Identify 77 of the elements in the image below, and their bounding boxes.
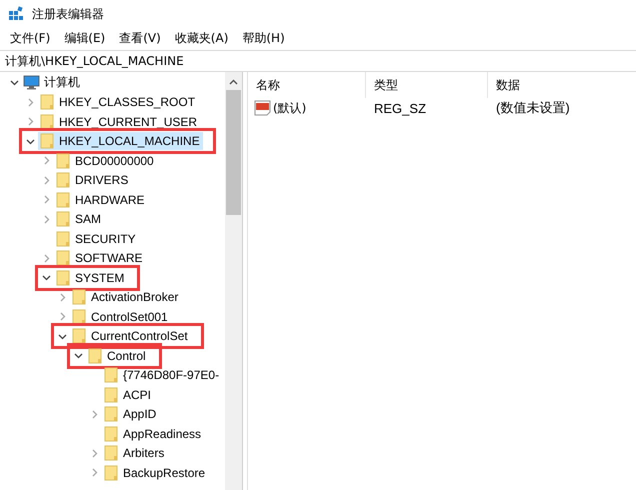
tree-item[interactable]: ControlSet001 bbox=[70, 308, 171, 326]
chevron-right-icon[interactable] bbox=[58, 292, 66, 302]
folder-icon bbox=[39, 133, 55, 150]
tree-item[interactable]: HKEY_CURRENT_USER bbox=[38, 112, 200, 131]
folder-icon bbox=[39, 114, 55, 130]
menu-item[interactable]: 编辑(E) bbox=[57, 30, 112, 46]
string-value-icon bbox=[254, 100, 271, 116]
tree-item[interactable]: BackupRestore bbox=[102, 464, 208, 482]
tree-item[interactable]: ActivationBroker bbox=[70, 288, 182, 306]
tree-item[interactable]: ACPI bbox=[102, 386, 154, 404]
value-name: (默认) bbox=[273, 100, 306, 116]
menu-item[interactable]: 收藏夹(A) bbox=[168, 30, 236, 46]
tree-item[interactable]: Control bbox=[86, 346, 149, 365]
computer-icon bbox=[23, 75, 40, 90]
scroll-up-icon[interactable] bbox=[229, 79, 238, 85]
folder-icon bbox=[103, 406, 119, 422]
chevron-right-icon[interactable] bbox=[42, 195, 50, 204]
chevron-right-icon[interactable] bbox=[26, 98, 34, 107]
folder-icon bbox=[103, 367, 119, 384]
tree-item[interactable]: SYSTEM bbox=[54, 268, 128, 287]
chevron-right-icon[interactable] bbox=[90, 448, 98, 458]
chevron-right-icon[interactable] bbox=[26, 117, 34, 126]
column-header[interactable]: 类型 bbox=[366, 72, 488, 98]
folder-icon bbox=[55, 172, 71, 188]
folder-icon bbox=[71, 289, 87, 306]
tree-item[interactable]: DRIVERS bbox=[54, 171, 132, 190]
window-title: 注册表编辑器 bbox=[32, 6, 104, 22]
folder-icon bbox=[55, 230, 71, 247]
chevron-right-icon[interactable] bbox=[90, 468, 98, 478]
folder-icon bbox=[55, 250, 71, 266]
chevron-down-icon[interactable] bbox=[58, 332, 66, 341]
chevron-down-icon[interactable] bbox=[74, 351, 82, 360]
tree-item[interactable]: Arbiters bbox=[102, 444, 168, 462]
tree-item[interactable]: 计算机 bbox=[22, 73, 83, 92]
menu-item[interactable]: 查看(V) bbox=[112, 30, 168, 46]
folder-icon bbox=[39, 94, 55, 110]
menu-item[interactable]: 文件(F) bbox=[3, 30, 58, 46]
value-data: (数值未设置) bbox=[495, 99, 571, 117]
tree-item[interactable]: SAM bbox=[54, 210, 104, 228]
address-field[interactable]: 计算机\HKEY_LOCAL_MACHINE bbox=[0, 50, 636, 72]
folder-icon bbox=[87, 348, 103, 364]
chevron-right-icon[interactable] bbox=[90, 410, 98, 419]
tree-item[interactable]: AppReadiness bbox=[102, 424, 204, 443]
registry-icon bbox=[8, 6, 24, 22]
chevron-down-icon[interactable] bbox=[26, 136, 34, 146]
tree-item[interactable]: {7746D80F-97E0- bbox=[102, 366, 222, 384]
tree-item[interactable]: BCD00000000 bbox=[54, 152, 157, 170]
chevron-right-icon[interactable] bbox=[42, 254, 50, 263]
tree-item[interactable]: HARDWARE bbox=[54, 190, 148, 209]
chevron-right-icon[interactable] bbox=[42, 156, 50, 166]
scroll-thumb[interactable] bbox=[226, 90, 241, 215]
tree-item[interactable]: HKEY_CLASSES_ROOT bbox=[38, 93, 198, 112]
scrollbar[interactable] bbox=[225, 72, 242, 490]
chevron-down-icon[interactable] bbox=[10, 78, 18, 88]
column-header[interactable]: 数据 bbox=[488, 72, 636, 98]
folder-icon bbox=[55, 211, 71, 228]
folder-icon bbox=[103, 426, 119, 442]
folder-icon bbox=[71, 308, 87, 325]
folder-icon bbox=[55, 192, 71, 208]
folder-icon bbox=[71, 328, 87, 344]
column-header[interactable]: 名称 bbox=[248, 72, 366, 98]
folder-icon bbox=[103, 464, 119, 481]
tree-item[interactable]: SECURITY bbox=[54, 230, 139, 248]
chevron-right-icon[interactable] bbox=[42, 176, 50, 185]
tree-item[interactable]: HKEY_LOCAL_MACHINE bbox=[38, 132, 203, 150]
chevron-right-icon[interactable] bbox=[42, 214, 50, 224]
menu-item[interactable]: 帮助(H) bbox=[235, 30, 292, 46]
folder-icon bbox=[55, 270, 71, 286]
tree-item[interactable]: SOFTWARE bbox=[54, 249, 146, 268]
folder-icon bbox=[103, 386, 119, 403]
chevron-right-icon[interactable] bbox=[58, 312, 66, 322]
tree-item[interactable]: CurrentControlSet bbox=[70, 327, 191, 346]
value-type: REG_SZ bbox=[373, 100, 428, 116]
chevron-down-icon[interactable] bbox=[42, 273, 50, 282]
folder-icon bbox=[103, 445, 119, 462]
tree-item[interactable]: AppID bbox=[102, 405, 160, 424]
folder-icon bbox=[55, 152, 71, 169]
